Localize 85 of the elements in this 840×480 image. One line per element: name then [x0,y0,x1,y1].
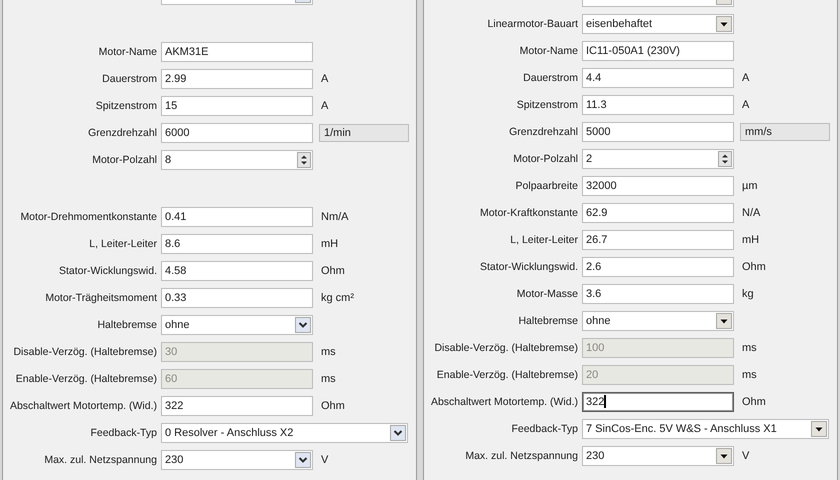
unit-label: A [321,72,328,84]
input-field[interactable]: 4.58 [161,260,313,280]
field-label: Abschaltwert Motortemp. (Wid.) [430,396,578,408]
field-label: Haltebremse [518,314,578,326]
input-field[interactable]: 32000 [582,176,734,196]
field-label: Disable-Verzög. (Haltebremse) [13,346,157,358]
input-field[interactable]: 15 [161,96,313,116]
input-field[interactable]: 0.41 [161,206,313,226]
field-label: Motor-Polzahl [92,154,157,166]
field-label: Disable-Verzög. (Haltebremse) [434,342,578,354]
field-label: L, Leiter-Leiter [89,238,157,250]
unit-label: µm [742,180,758,192]
spinner-arrows-icon[interactable] [297,152,311,168]
dropdown[interactable]: eisenbehaftet [582,14,734,34]
field-label: Grenzdrehzahl [88,126,157,138]
field-label: Stator-Wicklungswid. [58,264,157,276]
unit-label: A [742,98,750,110]
input-field[interactable]: 6000 [161,122,313,142]
field-label: Motor-Drehmomentkonstante [20,210,157,222]
unit-label: ms [742,368,757,380]
spin-field[interactable]: 8 [161,150,313,170]
field-label: Max. zul. Netzspannung [44,454,157,466]
input-field[interactable]: 3.6 [582,284,734,304]
input-field[interactable]: 62.9 [582,202,734,222]
input-field[interactable]: 322 [582,392,734,412]
input-field[interactable]: 2.99 [161,68,313,88]
unit-label: ms [742,342,757,354]
unit-label: Ohm [321,400,345,412]
field-label: Enable-Verzög. (Haltebremse) [16,372,157,384]
unit-label: mH [742,234,760,246]
field-label: Enable-Verzög. (Haltebremse) [436,368,578,380]
unit-label: Nm/A [321,210,348,222]
input-field[interactable]: 2.6 [582,256,734,276]
input-field[interactable]: 11.3 [582,94,734,114]
field-label: Motor-Kraftkonstante [480,206,578,218]
unit-label: V [742,450,750,462]
dropdown[interactable]: 7 SinCos-Enc. 5V W&S - Anschluss X1 [582,418,829,438]
field-label: Spitzenstrom [516,98,578,110]
input-field[interactable]: AKM31E [161,42,313,62]
input-field[interactable]: IC11-050A1 (230V) [582,40,734,60]
unit-box: 1/min [319,124,409,142]
unit-label: kg cm² [321,292,354,304]
field-label: Motor-Name [98,46,157,58]
unit-label: mH [321,238,338,250]
unit-label: N/A [742,206,760,218]
dropdown[interactable]: 230 [582,446,734,466]
field-label: Feedback-Typ [90,426,157,438]
input-field[interactable]: 4.4 [582,68,734,88]
field-label: Motor-Polzahl [513,152,578,164]
dropdown[interactable]: ohne [582,310,734,330]
field-label: Abschaltwert Motortemp. (Wid.) [10,400,157,412]
field-label: Dauerstrom [102,72,157,84]
input-field[interactable]: 0.33 [161,288,313,308]
field-label: Dauerstrom [523,72,578,84]
unit-label: Ohm [742,396,766,408]
unit-label: Ohm [321,264,345,276]
input-field[interactable]: 322 [161,396,313,416]
unit-label: V [321,454,328,466]
unit-label: ms [321,372,336,384]
field-label: Motor-Masse [516,288,578,300]
field-label: Grenzdrehzahl [509,126,578,138]
unit-label: A [742,72,750,84]
dropdown[interactable]: 230 [161,450,313,470]
input-field[interactable]: 26.7 [582,230,734,250]
field-label: Feedback-Typ [511,422,578,434]
field-label: Linearmotor-Bauart [488,18,578,30]
input-field[interactable]: 5000 [582,122,734,142]
spinner-arrows-icon[interactable] [718,150,732,166]
unit-box: mm/s [740,122,830,140]
dropdown[interactable]: ohne [161,314,313,334]
unit-label: ms [321,346,336,358]
field-label: Motor-Name [520,44,578,56]
field-label: Stator-Wicklungswid. [480,260,578,272]
field-label: Polpaarbreite [516,180,578,192]
dropdown[interactable]: 0 Resolver - Anschluss X2 [161,422,408,442]
unit-label: Ohm [742,260,766,272]
spin-field[interactable]: 2 [582,148,734,168]
unit-label: kg [742,288,754,300]
unit-label: A [321,100,328,112]
input-field[interactable]: 8.6 [161,234,313,254]
field-label: Motor-Trägheitsmoment [45,292,157,304]
field-label: Max. zul. Netzspannung [465,450,578,462]
field-label: L, Leiter-Leiter [510,234,578,246]
field-label: Haltebremse [97,318,157,330]
field-label: Spitzenstrom [96,100,157,112]
